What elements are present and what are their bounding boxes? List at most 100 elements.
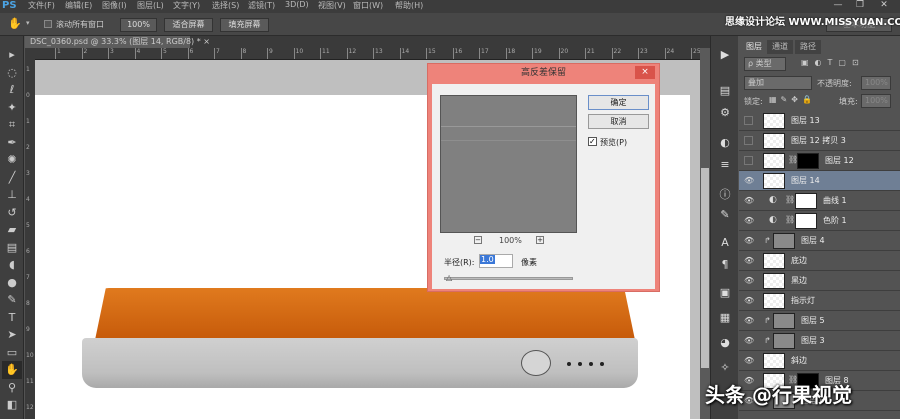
eye-icon[interactable]: 👁 xyxy=(744,296,754,306)
layer-row[interactable]: 👁 ↱ 图层 4 xyxy=(739,231,900,251)
layer-row[interactable]: 👁 ↱ 图层 5 xyxy=(739,311,900,331)
menu-item[interactable]: 文件(F) xyxy=(28,0,55,11)
styles-icon[interactable]: ✧ xyxy=(715,361,735,379)
layer-row[interactable]: 👁 ◐ ⛓ 色阶 1 xyxy=(739,211,900,231)
dodge-tool-icon[interactable]: ● xyxy=(2,274,22,292)
tab-paths[interactable]: 路径 xyxy=(795,40,821,54)
color-swatches-icon[interactable]: ◧ xyxy=(2,396,22,414)
play-icon[interactable]: ▶ xyxy=(715,48,735,66)
zoom-in-button[interactable]: + xyxy=(536,236,544,244)
eye-icon[interactable]: 👁 xyxy=(744,336,754,346)
paragraph-icon[interactable]: ¶ xyxy=(715,258,735,276)
zoom-out-button[interactable]: − xyxy=(474,236,482,244)
filter-preview[interactable] xyxy=(440,95,577,233)
stamp-tool-icon[interactable]: ⊥ xyxy=(2,186,22,204)
filter-icons[interactable]: ▣◐T▢⊡ xyxy=(801,58,865,67)
magic-wand-tool-icon[interactable]: ✦ xyxy=(2,99,22,117)
menu-item[interactable]: 视图(V) xyxy=(318,0,346,11)
visibility-toggle[interactable] xyxy=(744,136,753,145)
menu-item[interactable]: 文字(Y) xyxy=(173,0,200,11)
zoom-100-button[interactable]: 100% xyxy=(120,18,157,32)
eye-icon[interactable]: 👁 xyxy=(744,236,754,246)
blend-mode-dropdown[interactable]: 叠加 xyxy=(744,76,812,90)
close-window-button[interactable]: ✕ xyxy=(874,0,894,11)
layer-row[interactable]: 👁 黑边 xyxy=(739,271,900,291)
tool-preset-chevron-icon[interactable]: ▾ xyxy=(26,19,30,27)
menu-item[interactable]: 滤镜(T) xyxy=(248,0,275,11)
preview-checkbox[interactable]: ✓ xyxy=(588,137,597,146)
layer-row[interactable]: 👁 图层 14 xyxy=(739,171,900,191)
marquee-tool-icon[interactable]: ◌ xyxy=(2,64,22,82)
eye-icon[interactable]: 👁 xyxy=(744,276,754,286)
blur-tool-icon[interactable]: ◖ xyxy=(2,256,22,274)
gradient-tool-icon[interactable]: ▤ xyxy=(2,239,22,257)
radius-slider-handle[interactable]: △ xyxy=(446,273,452,282)
minimize-button[interactable]: — xyxy=(828,0,848,11)
hand-tool-icon[interactable]: ✋ xyxy=(8,17,22,30)
visibility-toggle[interactable] xyxy=(744,156,753,165)
dialog-close-button[interactable]: × xyxy=(635,66,655,79)
healing-brush-tool-icon[interactable]: ✺ xyxy=(2,151,22,169)
scroll-all-windows-checkbox[interactable] xyxy=(44,20,52,28)
eye-icon[interactable]: 👁 xyxy=(744,316,754,326)
menu-item[interactable]: 编辑(E) xyxy=(65,0,92,11)
fill-input[interactable]: 100% xyxy=(861,94,891,108)
tab-channels[interactable]: 通道 xyxy=(767,40,793,54)
layer-row[interactable]: 👁 ◐ ⛓ 曲线 1 xyxy=(739,191,900,211)
layer-row[interactable]: 👁 ↱ 图层 3 xyxy=(739,331,900,351)
menu-item[interactable]: 3D(D) xyxy=(285,0,309,9)
fit-screen-button[interactable]: 适合屏幕 xyxy=(164,18,213,32)
eye-icon[interactable]: 👁 xyxy=(744,356,754,366)
fill-screen-button[interactable]: 填充屏幕 xyxy=(220,18,269,32)
info-icon[interactable]: ⓘ xyxy=(715,186,735,204)
document-tab[interactable]: DSC_0360.psd @ 33.3% (图层 14, RGB/8) * × xyxy=(25,36,210,48)
vertical-scrollbar[interactable] xyxy=(700,48,710,419)
lock-icons[interactable]: ▦✎✥🔒 xyxy=(769,95,816,104)
eye-icon[interactable]: 👁 xyxy=(744,196,754,206)
layer-row[interactable]: ⛓ 图层 12 xyxy=(739,151,900,171)
menu-item[interactable]: 窗口(W) xyxy=(353,0,383,11)
radius-slider[interactable] xyxy=(444,277,573,280)
opacity-input[interactable]: 100% xyxy=(861,76,891,90)
menu-item[interactable]: 图像(I) xyxy=(102,0,127,11)
history-icon[interactable]: ▤ xyxy=(715,84,735,102)
character-icon[interactable]: A xyxy=(715,236,735,254)
path-select-tool-icon[interactable]: ➤ xyxy=(2,326,22,344)
eraser-tool-icon[interactable]: ▰ xyxy=(2,221,22,239)
color-icon[interactable]: ◕ xyxy=(715,336,735,354)
visibility-toggle[interactable] xyxy=(744,116,753,125)
radius-input[interactable]: 1.0 xyxy=(479,254,513,268)
layer-row[interactable]: 👁 指示灯 xyxy=(739,291,900,311)
adjustments-icon[interactable]: ◐ xyxy=(715,136,735,154)
pen-tool-icon[interactable]: ✎ xyxy=(2,291,22,309)
tab-layers[interactable]: 图层 xyxy=(741,40,767,54)
menu-item[interactable]: 图层(L) xyxy=(137,0,164,11)
eye-icon[interactable]: 👁 xyxy=(744,216,754,226)
hand-tool-icon[interactable]: ✋ xyxy=(2,361,22,379)
eye-icon[interactable]: 👁 xyxy=(744,256,754,266)
layer-kind-filter[interactable]: ρ 类型 xyxy=(744,57,786,71)
swatches-icon[interactable]: ▦ xyxy=(715,311,735,329)
history-brush-tool-icon[interactable]: ↺ xyxy=(2,204,22,222)
zoom-tool-icon[interactable]: ⚲ xyxy=(2,379,22,397)
scrollbar-thumb[interactable] xyxy=(701,168,709,368)
cancel-button[interactable]: 取消 xyxy=(588,114,649,129)
layer-row[interactable]: 图层 13 xyxy=(739,111,900,131)
layer-row[interactable]: 图层 12 拷贝 3 xyxy=(739,131,900,151)
lasso-tool-icon[interactable]: ℓ xyxy=(2,81,22,99)
actions-icon[interactable]: ⚙ xyxy=(715,106,735,124)
menu-item[interactable]: 帮助(H) xyxy=(395,0,423,11)
crop-tool-icon[interactable]: ⌗ xyxy=(2,116,22,134)
layer-row[interactable]: 👁 斜边 xyxy=(739,351,900,371)
brush-panel-icon[interactable]: ✎ xyxy=(715,208,735,226)
eye-icon[interactable]: 👁 xyxy=(744,176,754,186)
shape-tool-icon[interactable]: ▭ xyxy=(2,344,22,362)
restore-button[interactable]: ❐ xyxy=(850,0,870,11)
layer-comps-icon[interactable]: ▣ xyxy=(715,286,735,304)
type-tool-icon[interactable]: T xyxy=(2,309,22,327)
menu-item[interactable]: 选择(S) xyxy=(212,0,239,11)
ok-button[interactable]: 确定 xyxy=(588,95,649,110)
properties-icon[interactable]: ≡ xyxy=(715,158,735,176)
eyedropper-tool-icon[interactable]: ✒ xyxy=(2,134,22,152)
brush-tool-icon[interactable]: ╱ xyxy=(2,169,22,187)
